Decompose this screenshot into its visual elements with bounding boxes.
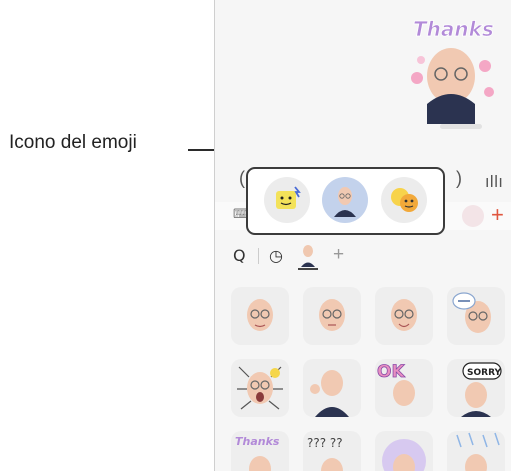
- emoji-tab[interactable]: [264, 177, 310, 223]
- avatar-sticker-icon: [237, 366, 283, 410]
- sticker-tab-icon[interactable]: [462, 205, 484, 227]
- voice-icon[interactable]: ıllı: [485, 172, 503, 191]
- ok-text: OK: [377, 362, 405, 382]
- sorry-text: SORRY: [467, 368, 502, 378]
- sticker-item[interactable]: [375, 431, 433, 471]
- avatar-sticker-icon: ??? ??: [307, 436, 343, 471]
- sticker-toolbar: Q ◷ +: [215, 238, 511, 274]
- sticker-item[interactable]: OK: [375, 359, 433, 417]
- composer-left-edge: (: [239, 168, 245, 188]
- emoji-type-selector: [246, 167, 445, 235]
- add-icon[interactable]: +: [491, 202, 504, 228]
- avatar-tab-icon[interactable]: [299, 243, 317, 267]
- sticker-item[interactable]: [303, 287, 361, 345]
- avatar-sticker-icon: SORRY: [461, 362, 502, 417]
- thanks-text: Thanks: [235, 435, 280, 448]
- add-icon[interactable]: +: [333, 244, 344, 266]
- sticker-item[interactable]: [375, 287, 433, 345]
- sticker-item[interactable]: [447, 431, 505, 471]
- avatar-sticker-icon: [247, 299, 273, 331]
- avatar-sticker-icon: [452, 292, 491, 333]
- avatar-sticker-icon: [382, 439, 426, 471]
- sent-timestamp: [440, 124, 482, 129]
- callout-label: Icono del emoji: [9, 132, 137, 153]
- question-marks-text: ??? ??: [307, 436, 343, 450]
- thanks-text: Thanks: [413, 17, 494, 41]
- clock-icon[interactable]: ◷: [269, 246, 283, 265]
- avatar-tab[interactable]: [322, 177, 368, 223]
- avatar-sticker-icon: [319, 299, 345, 331]
- sticker-item[interactable]: [447, 287, 505, 345]
- search-icon[interactable]: Q: [233, 246, 246, 265]
- sticker-item[interactable]: [303, 359, 361, 417]
- avatar-sticker-icon: [310, 370, 349, 417]
- sent-thanks-sticker: Thanks: [411, 17, 494, 124]
- avatar-sticker-icon: Thanks: [235, 435, 280, 471]
- avatar-sticker-icon: [391, 299, 417, 331]
- avatar-sticker-icon: [456, 432, 500, 471]
- active-tab-indicator: [298, 268, 318, 270]
- avatar-sticker-icon: OK: [377, 362, 415, 406]
- sticker-item[interactable]: Thanks: [231, 431, 289, 471]
- sticker-item[interactable]: [231, 359, 289, 417]
- mask-icon: [391, 188, 418, 212]
- toolbar-divider: [258, 248, 259, 264]
- messaging-screen: Thanks ( ) ıllı ⌨ + Q ◷ + OK SORRY Thank…: [214, 0, 511, 471]
- sticker-item[interactable]: [231, 287, 289, 345]
- mask-tab[interactable]: [381, 177, 427, 223]
- composer-right-edge: ): [456, 168, 462, 188]
- sticker-item[interactable]: ??? ??: [303, 431, 361, 471]
- avatar-icon: [334, 187, 356, 217]
- sticker-item[interactable]: SORRY: [447, 359, 505, 417]
- emoji-icon: [276, 186, 301, 209]
